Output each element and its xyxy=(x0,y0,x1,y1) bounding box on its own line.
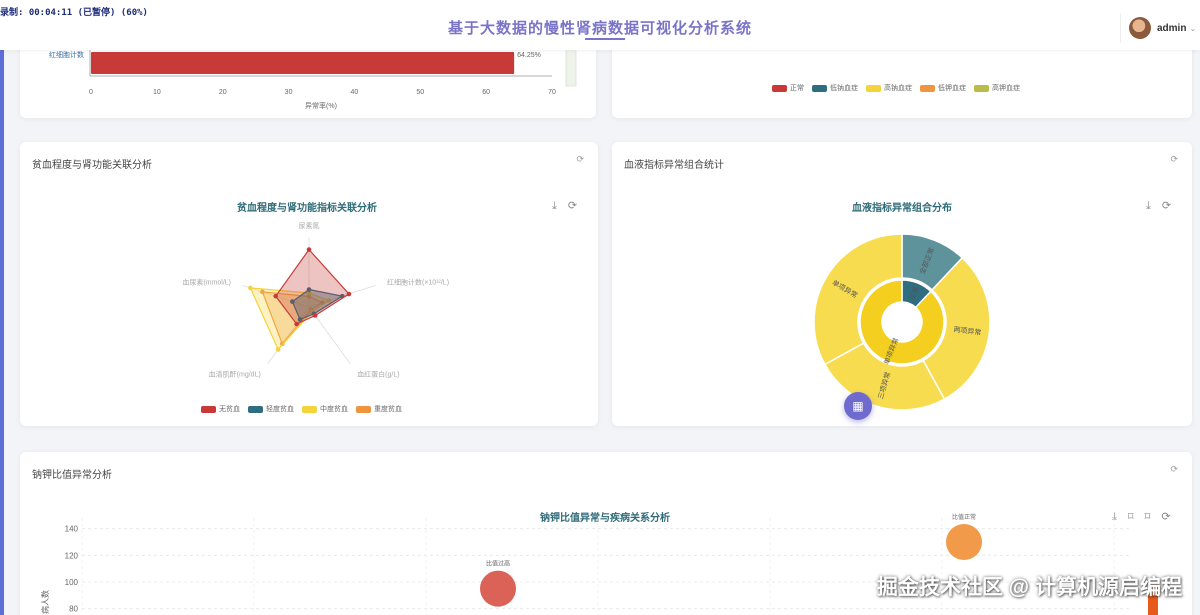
radar-point[interactable] xyxy=(273,293,279,299)
sunburst-segment[interactable] xyxy=(859,279,945,365)
legend-item[interactable]: 高钠血症 xyxy=(866,83,912,93)
x-tick-label: 70 xyxy=(548,89,556,96)
legend-swatch xyxy=(302,405,317,413)
radar-legend: 无贫血 轻度贫血 中度贫血 重度贫血 xyxy=(201,404,402,414)
legend-swatch xyxy=(812,84,827,92)
x-tick-label: 0 xyxy=(89,89,93,96)
legend-item[interactable]: 正常 xyxy=(772,83,804,93)
y-tick-label: 80 xyxy=(69,605,78,614)
x-tick-label: 30 xyxy=(285,89,293,96)
x-tick-label: 10 xyxy=(153,89,161,96)
x-tick-label: 40 xyxy=(351,89,359,96)
x-tick-label: 20 xyxy=(219,89,227,96)
y-axis-title: 病人数 xyxy=(40,590,50,614)
scatter-bubble[interactable] xyxy=(946,524,982,560)
radar-indicator-label: 尿素氮 xyxy=(299,222,320,230)
bubble-label: 比值过高 xyxy=(486,560,510,568)
bubble-label: 比值正常 xyxy=(952,513,976,521)
legend-swatch xyxy=(974,84,989,92)
legend-swatch xyxy=(356,405,371,413)
radar-chart: 尿素氮红细胞计数(×10¹²/L) 血红蛋白(g/L) 血清肌酐(mg/dL) 血尿素… xyxy=(182,222,449,378)
radar-point[interactable] xyxy=(248,285,253,291)
legend-label: 无贫血 xyxy=(219,406,240,413)
legend-label: 高钾血症 xyxy=(992,85,1020,92)
bar-value-label: 64.25% xyxy=(517,52,541,59)
bar-category-label: 红细胞计数 xyxy=(49,50,84,59)
legend-label: 高钠血症 xyxy=(884,85,912,92)
legend-label: 轻度贫血 xyxy=(266,406,294,413)
radar-point[interactable] xyxy=(346,291,352,297)
sunburst-chart: 全部正常两项异常三项异常单项异常 正常单项异常 xyxy=(813,233,991,411)
legend-label: 低钾血症 xyxy=(938,85,966,92)
radar-point[interactable] xyxy=(306,247,312,252)
legend-item[interactable]: 无贫血 xyxy=(201,404,240,414)
top-header: 录制: 00:04:11 (已暂停) (60%) 基于大数据的慢性肾病数据可视化… xyxy=(0,0,1200,50)
left-accent-bar xyxy=(0,0,4,615)
user-name[interactable]: admin xyxy=(1157,23,1186,34)
legend-label: 中度贫血 xyxy=(320,406,348,413)
title-underline xyxy=(585,38,625,40)
legend-item[interactable]: 中度贫血 xyxy=(302,404,348,414)
page-title: 基于大数据的慢性肾病数据可视化分析系统 xyxy=(447,20,752,37)
radar-indicator-label: 红细胞计数(×10¹²/L) xyxy=(387,278,449,287)
chart-title-anemia: 贫血程度与肾功能指标关联分析 xyxy=(237,203,377,214)
legend-item[interactable]: 轻度贫血 xyxy=(248,404,294,414)
legend-item[interactable]: 低钠血症 xyxy=(812,83,858,93)
legend-label: 正常 xyxy=(790,85,804,92)
legend-label: 重度贫血 xyxy=(374,406,402,413)
bar-red-blood-cell xyxy=(91,52,515,74)
legend-swatch xyxy=(920,84,935,92)
radar-point[interactable] xyxy=(275,347,281,352)
watermark-text: 掘金技术社区 @ 计算机源启编程 xyxy=(876,576,1182,599)
anemia-card: 贫血程度与肾功能关联分析 ⟳ 贫血程度与肾功能指标关联分析 ⤓ ⟳ 尿素氮红细胞… xyxy=(20,142,598,426)
y-tick-label: 140 xyxy=(65,525,79,534)
legend-item[interactable]: 高钾血症 xyxy=(974,83,1020,93)
legend-swatch xyxy=(248,405,263,413)
avatar[interactable] xyxy=(1129,17,1151,39)
y-tick-label: 120 xyxy=(65,551,79,560)
chart-toolbox[interactable]: ⤓ ⟳ xyxy=(552,199,581,213)
radar-point[interactable] xyxy=(312,313,318,318)
radar-indicator-label: 血清肌酐(mg/dL) xyxy=(209,369,261,378)
legend-swatch xyxy=(866,84,881,92)
legend-label: 低钠血症 xyxy=(830,85,858,92)
grid-menu-button[interactable]: ▦ xyxy=(844,392,872,420)
x-axis-title: 异常率(%) xyxy=(305,101,337,110)
legend-item[interactable]: 重度贫血 xyxy=(356,404,402,414)
radar-indicator-label: 血尿素(mmol/L) xyxy=(182,278,231,287)
user-menu[interactable]: admin ⌄ xyxy=(1120,13,1200,43)
legend-item[interactable]: 低钾血症 xyxy=(920,83,966,93)
card-title-anemia: 贫血程度与肾功能关联分析 xyxy=(32,160,152,171)
refresh-icon[interactable]: ⟳ xyxy=(576,154,584,165)
x-tick-label: 60 xyxy=(482,89,490,96)
electrolyte-legend: 正常 低钠血症 高钠血症 低钾血症 高钾血症 xyxy=(772,83,1020,93)
legend-swatch xyxy=(201,405,216,413)
chevron-down-icon[interactable]: ⌄ xyxy=(1189,24,1196,33)
radar-point[interactable] xyxy=(294,321,299,327)
y-tick-label: 100 xyxy=(65,578,79,587)
x-tick-label: 50 xyxy=(416,89,424,96)
radar-indicator-label: 血红蛋白(g/L) xyxy=(357,369,399,378)
scatter-bubble[interactable] xyxy=(480,570,516,607)
blood-combination-card: 血液指标异常组合统计 ⟳ 血液指标异常组合分布 ⤓ ⟳ 全部正常 两项异常 三项异常… xyxy=(612,142,1192,426)
legend-swatch xyxy=(772,84,787,92)
grid-icon[interactable]: ▦ xyxy=(852,399,863,413)
